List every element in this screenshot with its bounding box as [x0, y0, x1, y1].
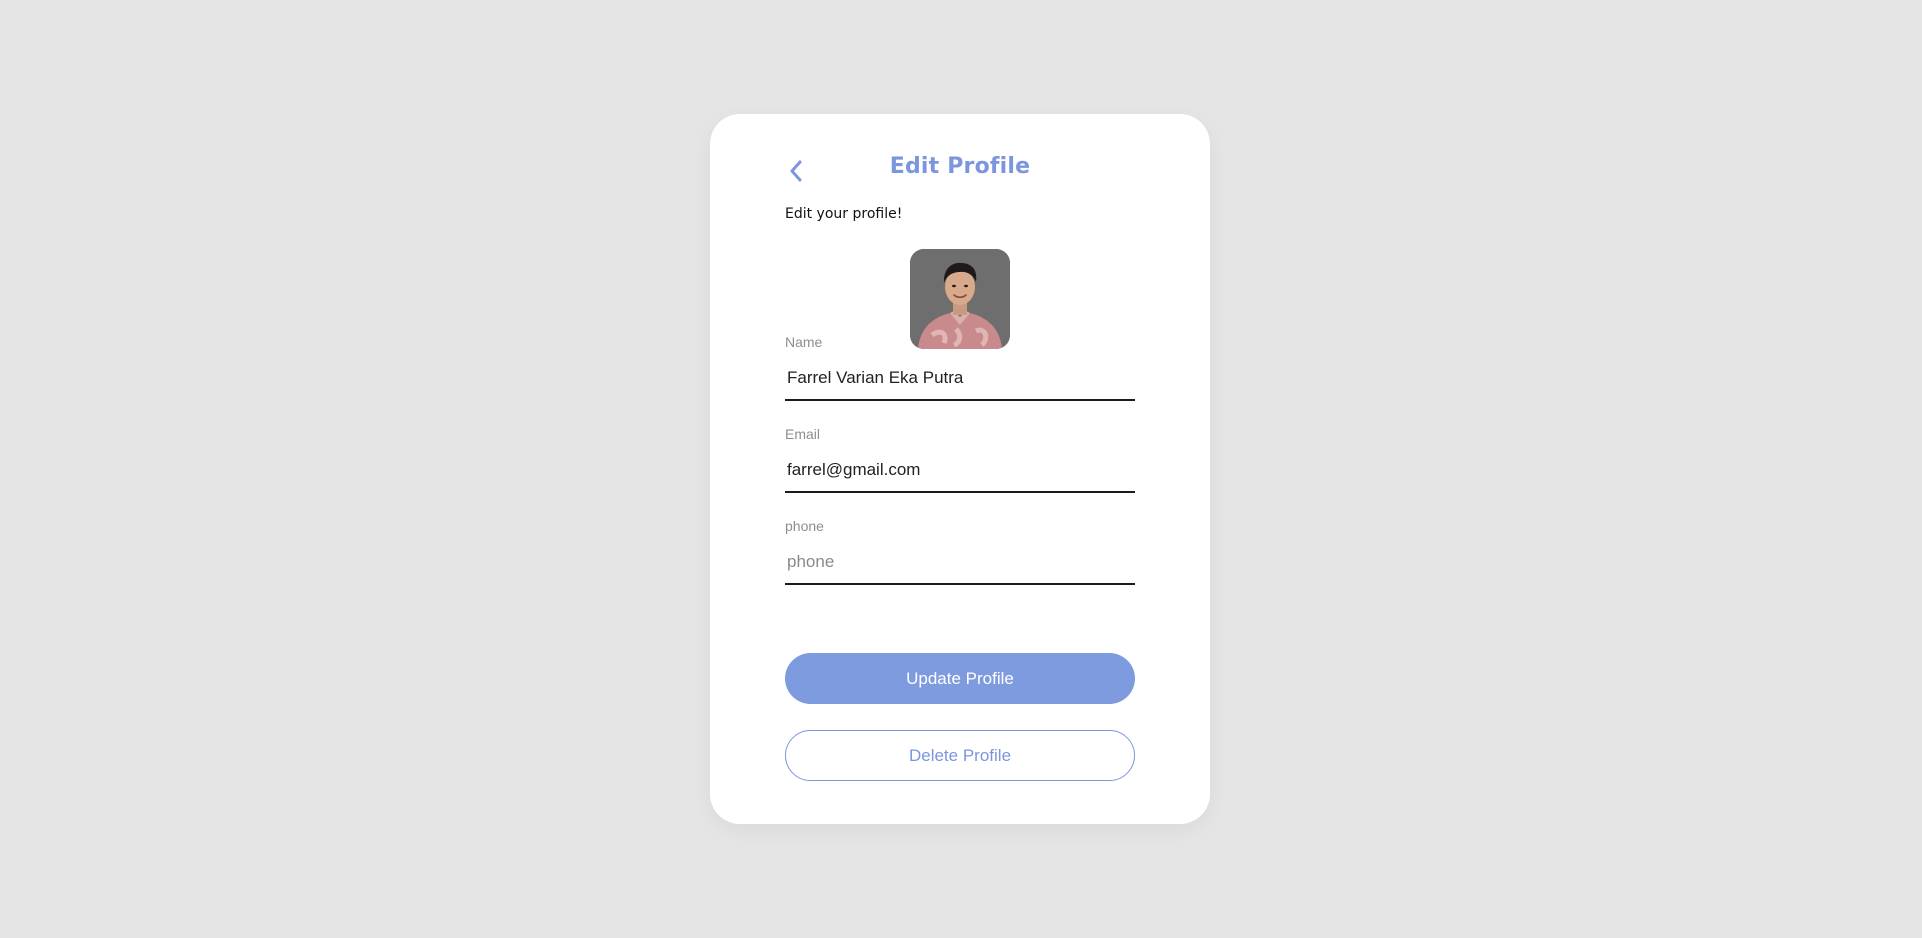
- email-input[interactable]: [785, 449, 1135, 493]
- page-subtitle: Edit your profile!: [785, 206, 903, 222]
- phone-input[interactable]: [785, 541, 1135, 585]
- phone-label: phone: [785, 518, 824, 534]
- update-profile-button[interactable]: Update Profile: [785, 653, 1135, 704]
- email-field-group: Email: [785, 426, 1135, 493]
- name-input[interactable]: [785, 357, 1135, 401]
- email-label: Email: [785, 426, 821, 442]
- delete-profile-button[interactable]: Delete Profile: [785, 730, 1135, 781]
- page-title: Edit Profile: [889, 154, 1031, 179]
- name-label: Name: [785, 334, 823, 350]
- phone-field-group: phone: [785, 518, 1135, 585]
- name-field-group: Name: [785, 334, 1135, 401]
- edit-profile-card: Edit Profile Edit your profile! Name Ema…: [710, 114, 1210, 824]
